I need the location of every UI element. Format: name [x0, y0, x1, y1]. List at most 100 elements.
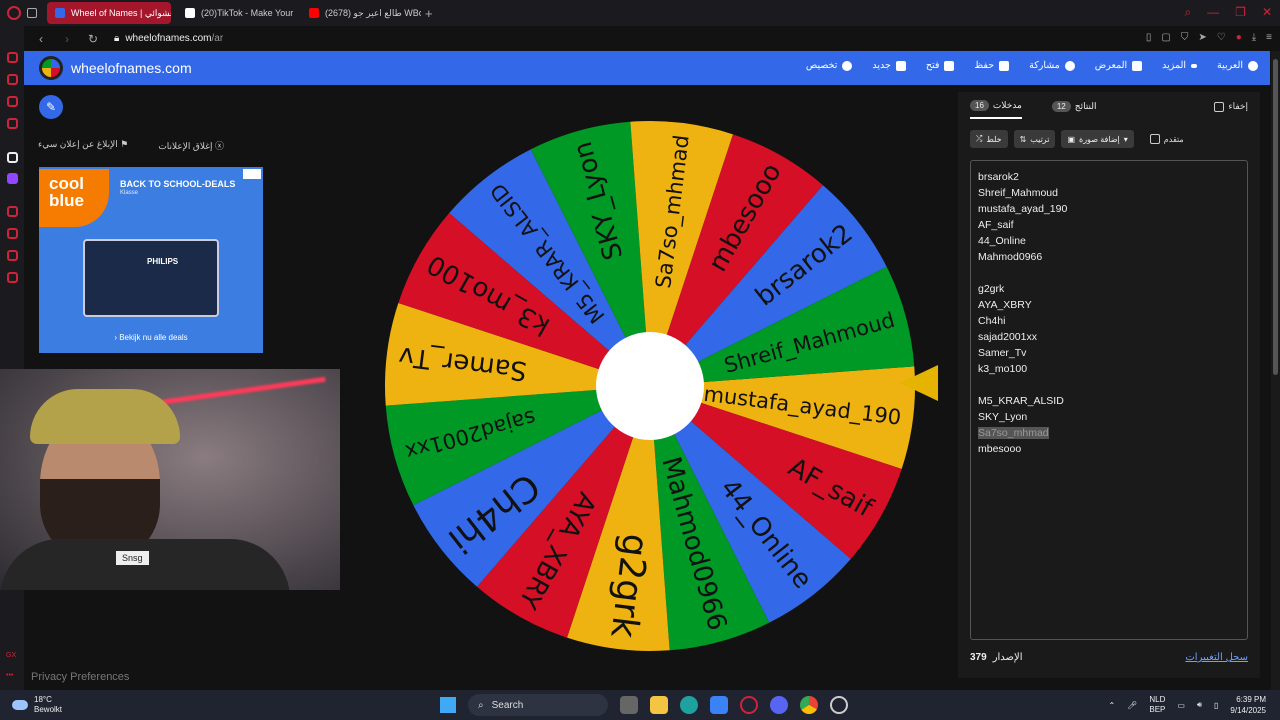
microphone-icon[interactable]: 🎤︎	[1127, 701, 1137, 710]
report-ad-link[interactable]: ⚑ الإبلاغ عن إعلان سيء	[38, 139, 128, 152]
advanced-checkbox[interactable]	[1149, 134, 1160, 144]
app-icon[interactable]	[830, 696, 848, 714]
new-tab-button[interactable]: +	[425, 6, 433, 21]
entry-line[interactable]: mustafa_ayad_190	[978, 201, 1240, 217]
entry-line[interactable]: Shreif_Mahmoud	[978, 185, 1240, 201]
tiktok-sidebar-icon[interactable]	[7, 152, 18, 163]
ad-choices-icon[interactable]	[243, 169, 261, 179]
flow-icon[interactable]	[7, 74, 18, 85]
advanced-toggle[interactable]: متقدم	[1149, 130, 1184, 148]
maximize-icon[interactable]: ❐	[1235, 5, 1246, 20]
entry-line[interactable]: Mahmod0966	[978, 249, 1240, 265]
player-icon[interactable]	[7, 206, 18, 217]
entry-line[interactable]: Samer_Tv	[978, 345, 1240, 361]
tab-workspaces[interactable]	[27, 2, 41, 24]
twitch-icon[interactable]	[7, 173, 18, 184]
scrollbar-thumb[interactable]	[1273, 59, 1278, 375]
entry-line[interactable]: AF_saif	[978, 217, 1240, 233]
entry-line[interactable]: AYA_XBRY	[978, 297, 1240, 313]
entry-line[interactable]: sajad2001xx	[978, 329, 1240, 345]
store-icon[interactable]	[710, 696, 728, 714]
entry-line[interactable]: g2grk	[978, 281, 1240, 297]
page-scrollbar[interactable]	[1271, 51, 1280, 690]
weather-widget[interactable]: 18°C Bewolkt	[12, 695, 62, 715]
opera-logo-icon[interactable]	[7, 6, 21, 20]
entry-line[interactable]: SKY_Lyon	[978, 409, 1240, 425]
url-field[interactable]: 🔒︎ wheelofnames.com/ar	[114, 33, 223, 44]
advertisement[interactable]: cool blue BACK TO SCHOOL-DEALS Klasse PH…	[39, 167, 263, 353]
entry-line[interactable]: 44_Online	[978, 233, 1240, 249]
profile-icon[interactable]: ●	[1236, 32, 1242, 43]
more-icon[interactable]: •••	[6, 672, 13, 679]
menu-language[interactable]: العربية	[1217, 60, 1258, 71]
entry-line[interactable]: Sa7so_mhmad	[978, 425, 1240, 441]
tab-youtube[interactable]: (2678) طالع اعير جو WBoY	[301, 2, 421, 24]
wheel-svg[interactable]: mustafa_ayad_190AF_saif44_OnlineMahmod09…	[383, 119, 917, 653]
reload-icon[interactable]: ↻	[84, 32, 102, 46]
windows-start-icon[interactable]	[440, 697, 456, 713]
entry-line[interactable]: brsarok2	[978, 169, 1240, 185]
tab-entries[interactable]: مدخلات 16	[970, 100, 1022, 119]
close-ads-link[interactable]: ⓧ إغلاق الإعلانات	[158, 139, 224, 152]
chevron-up-icon[interactable]: ⌃	[1109, 701, 1116, 710]
ad-cta-link[interactable]: › Bekijk nu alle deals	[39, 333, 263, 342]
bookmark-icon[interactable]: ▯	[1146, 32, 1152, 43]
menu-icon[interactable]: ≡	[1266, 32, 1272, 43]
taskbar-search[interactable]: ⌕ Search	[468, 694, 608, 716]
battery-icon[interactable]: ▯	[1214, 701, 1218, 710]
music-icon[interactable]	[7, 118, 18, 129]
close-icon[interactable]: ✕	[1262, 5, 1272, 20]
volume-icon[interactable]: 🔊︎	[1197, 700, 1202, 710]
tab-wheel-of-names[interactable]: Wheel of Names | عجلة الأسماء العشوائي	[47, 2, 171, 24]
tab-tiktok[interactable]: (20)TikTok - Make Your D	[177, 2, 295, 24]
entry-line[interactable]: M5_KRAR_ALSID	[978, 393, 1240, 409]
tab-results[interactable]: النتائج 12	[1051, 100, 1097, 119]
menu-more[interactable]: المزيد	[1162, 60, 1198, 71]
privacy-preferences-link[interactable]: Privacy Preferences	[31, 671, 129, 683]
entry-line[interactable]: k3_mo100	[978, 361, 1240, 377]
wheel[interactable]: mustafa_ayad_190 AF_saif 44_Online Mahmod09…	[383, 119, 917, 653]
menu-customize[interactable]: تخصيص	[806, 60, 853, 71]
edit-button[interactable]: ✎	[39, 95, 63, 119]
hide-toggle[interactable]: إخفاء	[1214, 101, 1248, 112]
history-icon[interactable]	[7, 228, 18, 239]
download-icon[interactable]: ⤓	[1252, 32, 1256, 43]
network-icon[interactable]: ▭	[1177, 701, 1185, 710]
shield-icon[interactable]: ⛉	[1181, 32, 1189, 43]
wheel-center[interactable]	[596, 332, 704, 440]
messenger-icon[interactable]	[7, 96, 18, 107]
entry-line[interactable]: Ch4hi	[978, 313, 1240, 329]
minimize-icon[interactable]: —	[1207, 5, 1219, 20]
shuffle-button[interactable]: ⤮ خلط	[970, 130, 1008, 148]
menu-save[interactable]: حفظ	[974, 60, 1010, 71]
menu-gallery[interactable]: المعرض	[1095, 60, 1143, 71]
site-title[interactable]: wheelofnames.com	[71, 60, 192, 76]
menu-new[interactable]: جديد	[872, 60, 906, 71]
language-indicator[interactable]: NLD BEP	[1149, 695, 1165, 715]
send-icon[interactable]: ➤	[1198, 32, 1206, 43]
hide-checkbox[interactable]	[1214, 101, 1225, 112]
snapshot-icon[interactable]: ▢	[1161, 32, 1170, 43]
entry-line[interactable]	[978, 265, 1240, 281]
task-view-icon[interactable]	[620, 696, 638, 714]
aria-icon[interactable]	[7, 52, 18, 63]
site-logo-icon[interactable]	[39, 56, 63, 80]
file-explorer-icon[interactable]	[650, 696, 668, 714]
entry-line[interactable]: mbesooo	[978, 441, 1240, 457]
entries-textarea[interactable]: brsarok2 Shreif_Mahmoud mustafa_ayad_190 AF…	[970, 160, 1248, 640]
edge-icon[interactable]	[680, 696, 698, 714]
extensions-icon[interactable]	[7, 250, 18, 261]
sort-button[interactable]: ⇅ ترتيب	[1013, 130, 1056, 148]
add-image-button[interactable]: ▣ إضافة صورة ▾	[1061, 130, 1134, 148]
heart-icon[interactable]: ♡	[1217, 32, 1226, 43]
discord-icon[interactable]	[770, 696, 788, 714]
back-icon[interactable]: ‹	[32, 32, 50, 46]
settings-icon[interactable]	[7, 272, 18, 283]
changelog-link[interactable]: سجل التغييرات	[1185, 652, 1248, 663]
menu-share[interactable]: مشاركة	[1029, 60, 1075, 71]
menu-open[interactable]: فتح	[926, 60, 955, 71]
search-tabs-icon[interactable]: ⌕	[1184, 5, 1191, 20]
forward-icon[interactable]: ›	[58, 32, 76, 46]
clock[interactable]: 6:39 PM 9/14/2025	[1230, 694, 1266, 716]
opera-gx-icon[interactable]	[740, 696, 758, 714]
